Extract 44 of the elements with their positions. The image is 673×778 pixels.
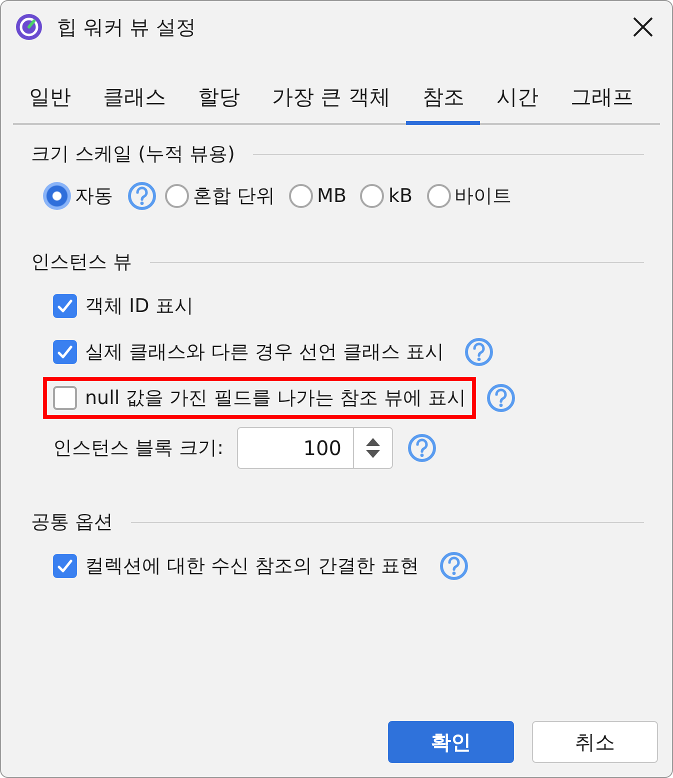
checkbox-option[interactable]: 객체 ID 표시 [47,289,200,323]
radio-option[interactable]: kB [360,184,413,208]
checkbox[interactable] [53,554,77,578]
radio-option[interactable]: 바이트 [426,183,512,209]
tab[interactable]: 일반 [13,77,87,125]
tab[interactable]: 클래스 [87,77,182,125]
highlighted-checkbox-option[interactable]: null 값을 가진 필드를 나가는 참조 뷰에 표시 [47,381,472,415]
tab[interactable]: 할당 [182,77,256,125]
help-icon[interactable] [127,181,157,211]
section-title: 크기 스케일 (누적 뷰용) [31,142,235,167]
radio-button[interactable] [289,184,314,208]
radio-option[interactable]: 혼합 단위 [165,183,276,209]
help-icon[interactable] [439,551,470,581]
radio-button[interactable] [43,182,71,210]
checkbox[interactable] [53,340,77,364]
spin-arrows-icon [365,437,382,459]
radio-option[interactable]: 자동 [45,182,113,210]
radio-button[interactable] [426,184,451,208]
number-spinner[interactable]: 100 [237,427,394,469]
radio-button[interactable] [360,184,384,208]
close-icon [632,16,654,38]
section-title: 인스턴스 뷰 [31,250,132,275]
help-icon[interactable] [464,337,494,367]
checkbox-option[interactable]: 컬렉션에 대한 수신 참조의 간결한 표현 [47,549,426,583]
help-icon[interactable] [407,433,438,463]
radio-option[interactable]: MB [289,184,346,208]
checkbox-option[interactable]: 실제 클래스와 다른 경우 선언 클래스 표시 [47,335,450,369]
tab[interactable]: 참조 [406,77,480,125]
help-icon[interactable] [486,383,516,413]
check-icon [56,298,74,314]
checkbox[interactable] [53,386,77,410]
radio-button[interactable] [165,184,189,208]
window-title: 힙 워커 뷰 설정 [57,14,198,40]
ok-button[interactable]: 확인 [388,721,514,763]
app-logo-icon [15,13,43,41]
check-icon [56,344,74,360]
field-label: 인스턴스 블록 크기: [52,436,224,461]
tab[interactable]: 시간 [480,77,554,125]
tab[interactable]: 가장 큰 객체 [256,77,406,125]
cancel-button[interactable]: 취소 [532,721,658,763]
section-title: 공통 옵션 [31,510,114,535]
tab[interactable]: 그래프 [554,77,650,125]
check-icon [56,558,74,574]
checkbox[interactable] [53,294,77,318]
